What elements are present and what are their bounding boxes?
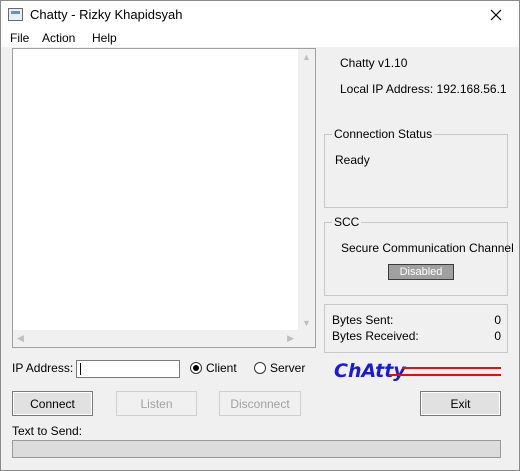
bytes-sent-value: 0	[494, 313, 501, 327]
scroll-right-icon[interactable]: ▶	[287, 334, 294, 343]
connect-button[interactable]: Connect	[12, 391, 93, 416]
client-radio[interactable]	[190, 362, 202, 374]
server-radio-label[interactable]: Server	[270, 361, 305, 375]
window-title: Chatty - Rizky Khapidsyah	[30, 7, 183, 22]
version-label: Chatty v1.10	[340, 56, 408, 70]
listen-button[interactable]: Listen	[116, 391, 197, 416]
menu-help[interactable]: Help	[92, 31, 117, 45]
connection-status-group: Connection Status Ready	[324, 127, 508, 208]
bytes-sent-row: Bytes Sent: 0	[332, 313, 501, 327]
exit-button[interactable]: Exit	[420, 391, 501, 416]
scroll-left-icon[interactable]: ◀	[17, 334, 24, 343]
menu-file[interactable]: File	[10, 31, 29, 45]
scc-description: Secure Communication Channel	[341, 241, 514, 255]
local-ip-label: Local IP Address: 192.168.56.1	[340, 82, 507, 96]
text-to-send-input[interactable]	[12, 440, 501, 458]
title-bar[interactable]: Chatty - Rizky Khapidsyah	[1, 1, 519, 29]
client-radio-label[interactable]: Client	[206, 361, 237, 375]
bytes-received-value: 0	[494, 329, 501, 343]
server-radio[interactable]	[254, 362, 266, 374]
chat-log[interactable]: ▲ ▼ ◀ ▶	[12, 48, 316, 348]
bytes-received-row: Bytes Received: 0	[332, 329, 501, 343]
logo-line-top	[402, 367, 501, 369]
menu-action[interactable]: Action	[42, 31, 75, 45]
text-caret	[80, 363, 81, 375]
local-ip-caption: Local IP Address:	[340, 82, 434, 96]
menu-bar: File Action Help	[1, 29, 519, 47]
chatty-logo: ChAtty	[334, 360, 406, 382]
scroll-up-icon[interactable]: ▲	[302, 53, 311, 62]
local-ip-value: 192.168.56.1	[436, 82, 507, 96]
stats-group: Bytes Sent: 0 Bytes Received: 0	[324, 304, 508, 353]
ip-address-label: IP Address:	[12, 361, 74, 375]
ip-address-input[interactable]	[76, 360, 180, 378]
scroll-corner	[298, 330, 315, 347]
close-button[interactable]	[473, 1, 519, 29]
logo-line-bottom	[389, 374, 501, 376]
scc-group: SCC Secure Communication Channel Disable…	[324, 215, 514, 296]
scroll-down-icon[interactable]: ▼	[302, 319, 311, 328]
bytes-sent-label: Bytes Sent:	[332, 313, 394, 327]
vertical-scrollbar[interactable]: ▲ ▼	[298, 49, 315, 332]
app-icon	[8, 8, 23, 21]
chatty-window: Chatty - Rizky Khapidsyah File Action He…	[0, 0, 520, 471]
bytes-received-label: Bytes Received:	[332, 329, 419, 343]
connection-status-title: Connection Status	[332, 127, 435, 141]
scc-status-badge: Disabled	[388, 264, 454, 280]
close-icon	[490, 9, 502, 21]
horizontal-scrollbar[interactable]: ◀ ▶	[13, 330, 298, 347]
connection-status-value: Ready	[335, 153, 370, 167]
scc-title: SCC	[332, 215, 362, 229]
disconnect-button[interactable]: Disconnect	[219, 391, 301, 416]
text-to-send-label: Text to Send:	[12, 424, 83, 438]
